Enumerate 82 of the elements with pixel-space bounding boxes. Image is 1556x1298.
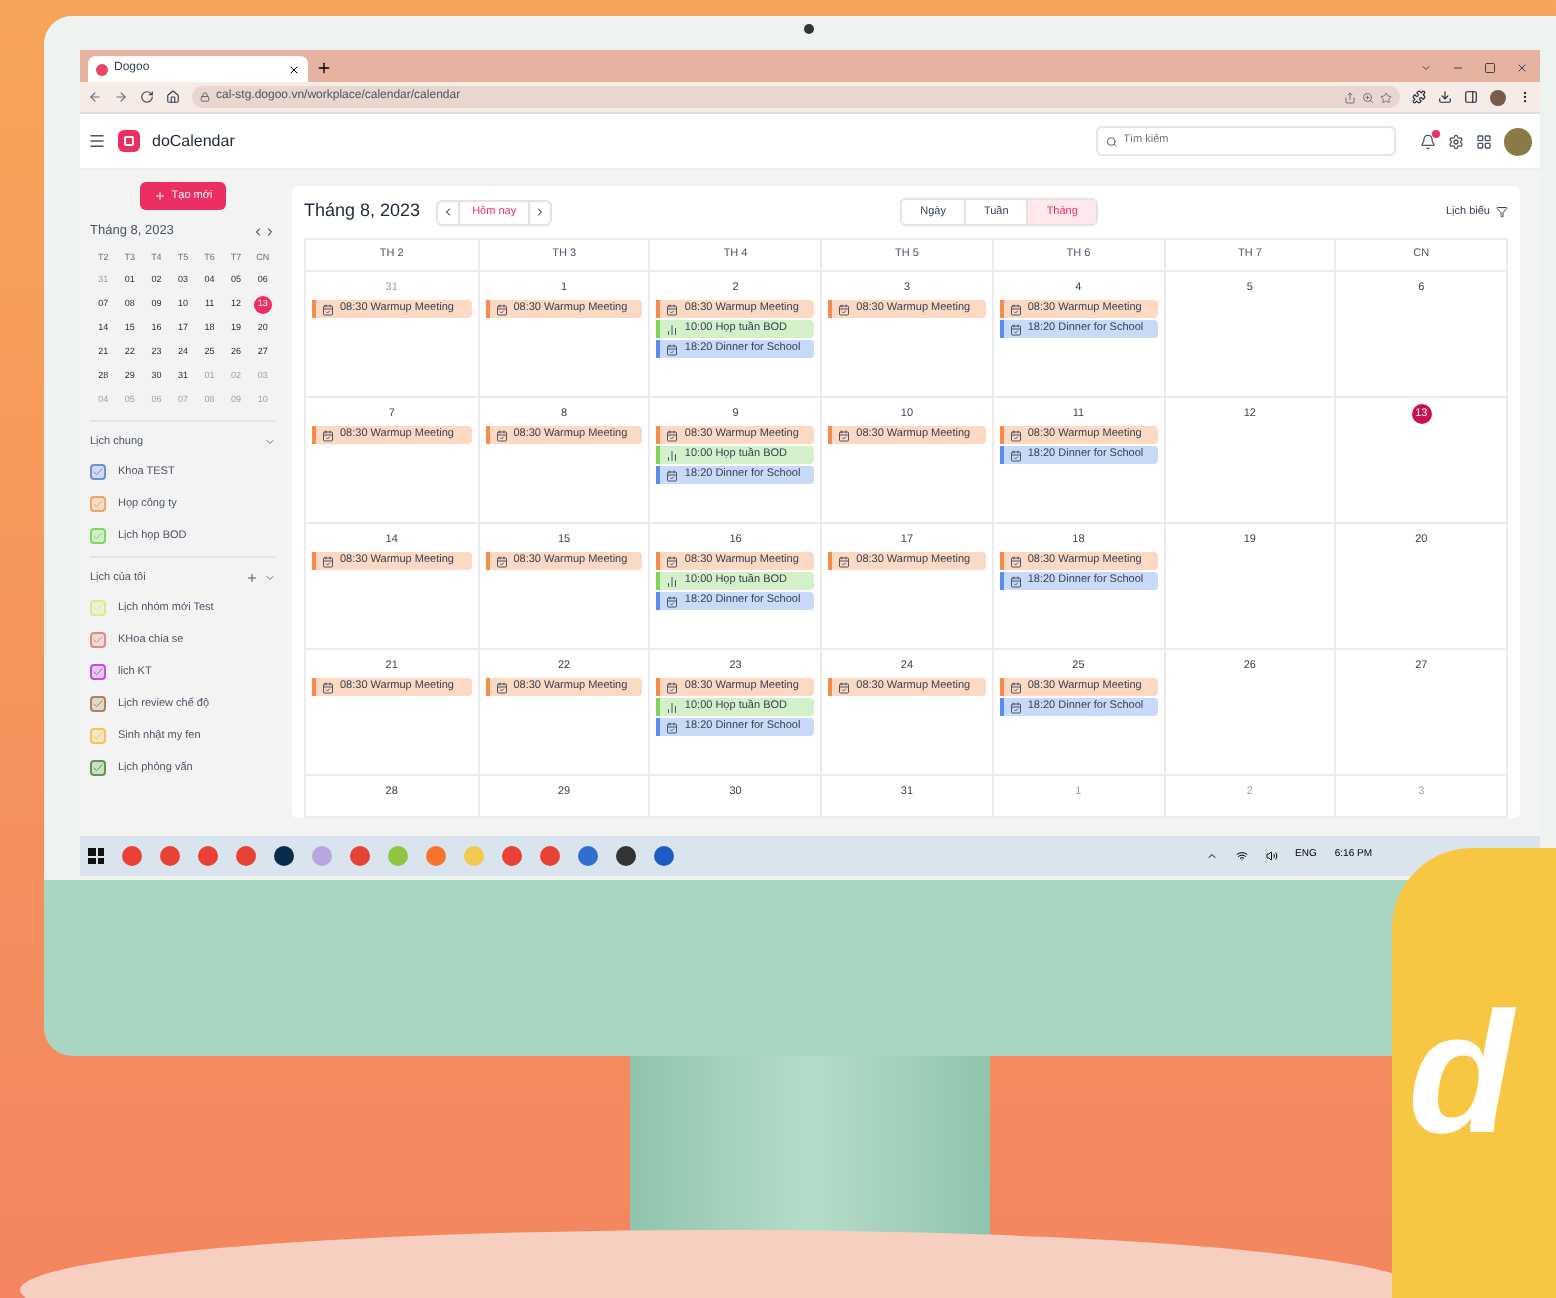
calendar-check-icon (495, 429, 508, 441)
calendar-checkbox[interactable] (90, 631, 106, 648)
zoom-icon[interactable] (1362, 91, 1374, 103)
calendar-check-icon (666, 555, 679, 567)
calendar-check-icon (666, 595, 679, 607)
plus-icon (153, 190, 166, 202)
calendar-check-icon (322, 555, 334, 567)
menu-icon[interactable] (88, 132, 106, 150)
app-name: doCalendar (152, 129, 235, 153)
calendar-check-icon (1009, 429, 1022, 441)
calendar-check-icon (666, 721, 679, 733)
site-icon (96, 63, 108, 75)
profile-avatar[interactable] (1490, 89, 1506, 105)
brand-badge: d (1392, 848, 1556, 1298)
lock-icon (200, 92, 210, 102)
calendar-check-icon (1009, 303, 1022, 315)
calendar-check-icon (1009, 449, 1022, 461)
calendar-checkbox[interactable] (90, 759, 106, 776)
calendar-checkbox[interactable] (90, 495, 106, 512)
next-month-icon[interactable] (264, 225, 276, 238)
calendar-check-icon (1009, 555, 1022, 567)
calendar-check-icon (666, 681, 679, 693)
previous-icon[interactable] (442, 206, 455, 218)
calendar-check-icon (666, 303, 679, 315)
calendar-checkbox[interactable] (90, 695, 106, 712)
star-icon[interactable] (1380, 91, 1392, 103)
new-tab-icon[interactable] (316, 60, 332, 76)
maximize-icon[interactable] (1484, 62, 1496, 74)
calendar-check-icon (838, 555, 851, 567)
home-icon[interactable] (166, 90, 180, 104)
chart-icon (666, 323, 679, 335)
reload-icon[interactable] (140, 90, 154, 104)
calendar-checkbox[interactable] (90, 663, 106, 680)
more-icon[interactable] (1518, 90, 1532, 104)
calendar-check-icon (322, 429, 334, 441)
calendar-check-icon (1009, 323, 1022, 335)
calendar-check-icon (838, 303, 851, 315)
calendar-check-icon (838, 429, 851, 441)
chart-icon (666, 575, 679, 587)
calendar-check-icon (322, 681, 334, 693)
calendar-checkbox[interactable] (90, 727, 106, 744)
calendar-checkbox[interactable] (90, 463, 106, 480)
puzzle-icon[interactable] (1412, 90, 1426, 104)
calendar-checkbox[interactable] (90, 527, 106, 544)
filter-icon (1496, 206, 1508, 218)
minimize-icon[interactable] (1452, 62, 1464, 74)
calendar-check-icon (1009, 575, 1022, 587)
user-avatar[interactable] (1504, 127, 1532, 155)
calendar-check-icon (666, 469, 679, 481)
share-icon[interactable] (1344, 91, 1356, 103)
chevron-icon[interactable] (1420, 62, 1432, 74)
search-icon (1106, 135, 1118, 147)
forward-icon[interactable] (114, 90, 128, 104)
previous-month-icon[interactable] (252, 225, 264, 238)
chevron-icon[interactable] (264, 571, 276, 584)
volume-icon[interactable] (1265, 850, 1278, 862)
calendar-check-icon (1009, 701, 1022, 713)
chart-icon (666, 701, 679, 713)
apps-grid-icon[interactable] (1476, 133, 1492, 149)
calendar-check-icon (1009, 681, 1022, 693)
chevron-up-icon[interactable] (1205, 850, 1218, 862)
side-panel-icon[interactable] (1464, 90, 1478, 104)
next-icon[interactable] (534, 206, 547, 218)
add-icon[interactable] (246, 571, 258, 584)
chevron-icon[interactable] (264, 435, 276, 448)
back-icon[interactable] (88, 90, 102, 104)
chart-icon (666, 449, 679, 461)
month-title: Tháng 8, 2023 (304, 198, 421, 225)
calendar-check-icon (322, 303, 334, 315)
windows-start-icon[interactable] (88, 848, 104, 864)
calendar-check-icon (838, 681, 851, 693)
network-icon[interactable] (1235, 850, 1248, 862)
calendar-check-icon (495, 681, 508, 693)
app-logo-icon (118, 130, 140, 152)
notification-icon[interactable] (1420, 133, 1436, 149)
calendar-check-icon (495, 555, 508, 567)
close-icon[interactable] (288, 63, 300, 75)
download-icon[interactable] (1438, 90, 1452, 104)
calendar-check-icon (666, 343, 679, 355)
settings-icon[interactable] (1448, 133, 1464, 149)
calendar-check-icon (666, 429, 679, 441)
calendar-check-icon (495, 303, 508, 315)
